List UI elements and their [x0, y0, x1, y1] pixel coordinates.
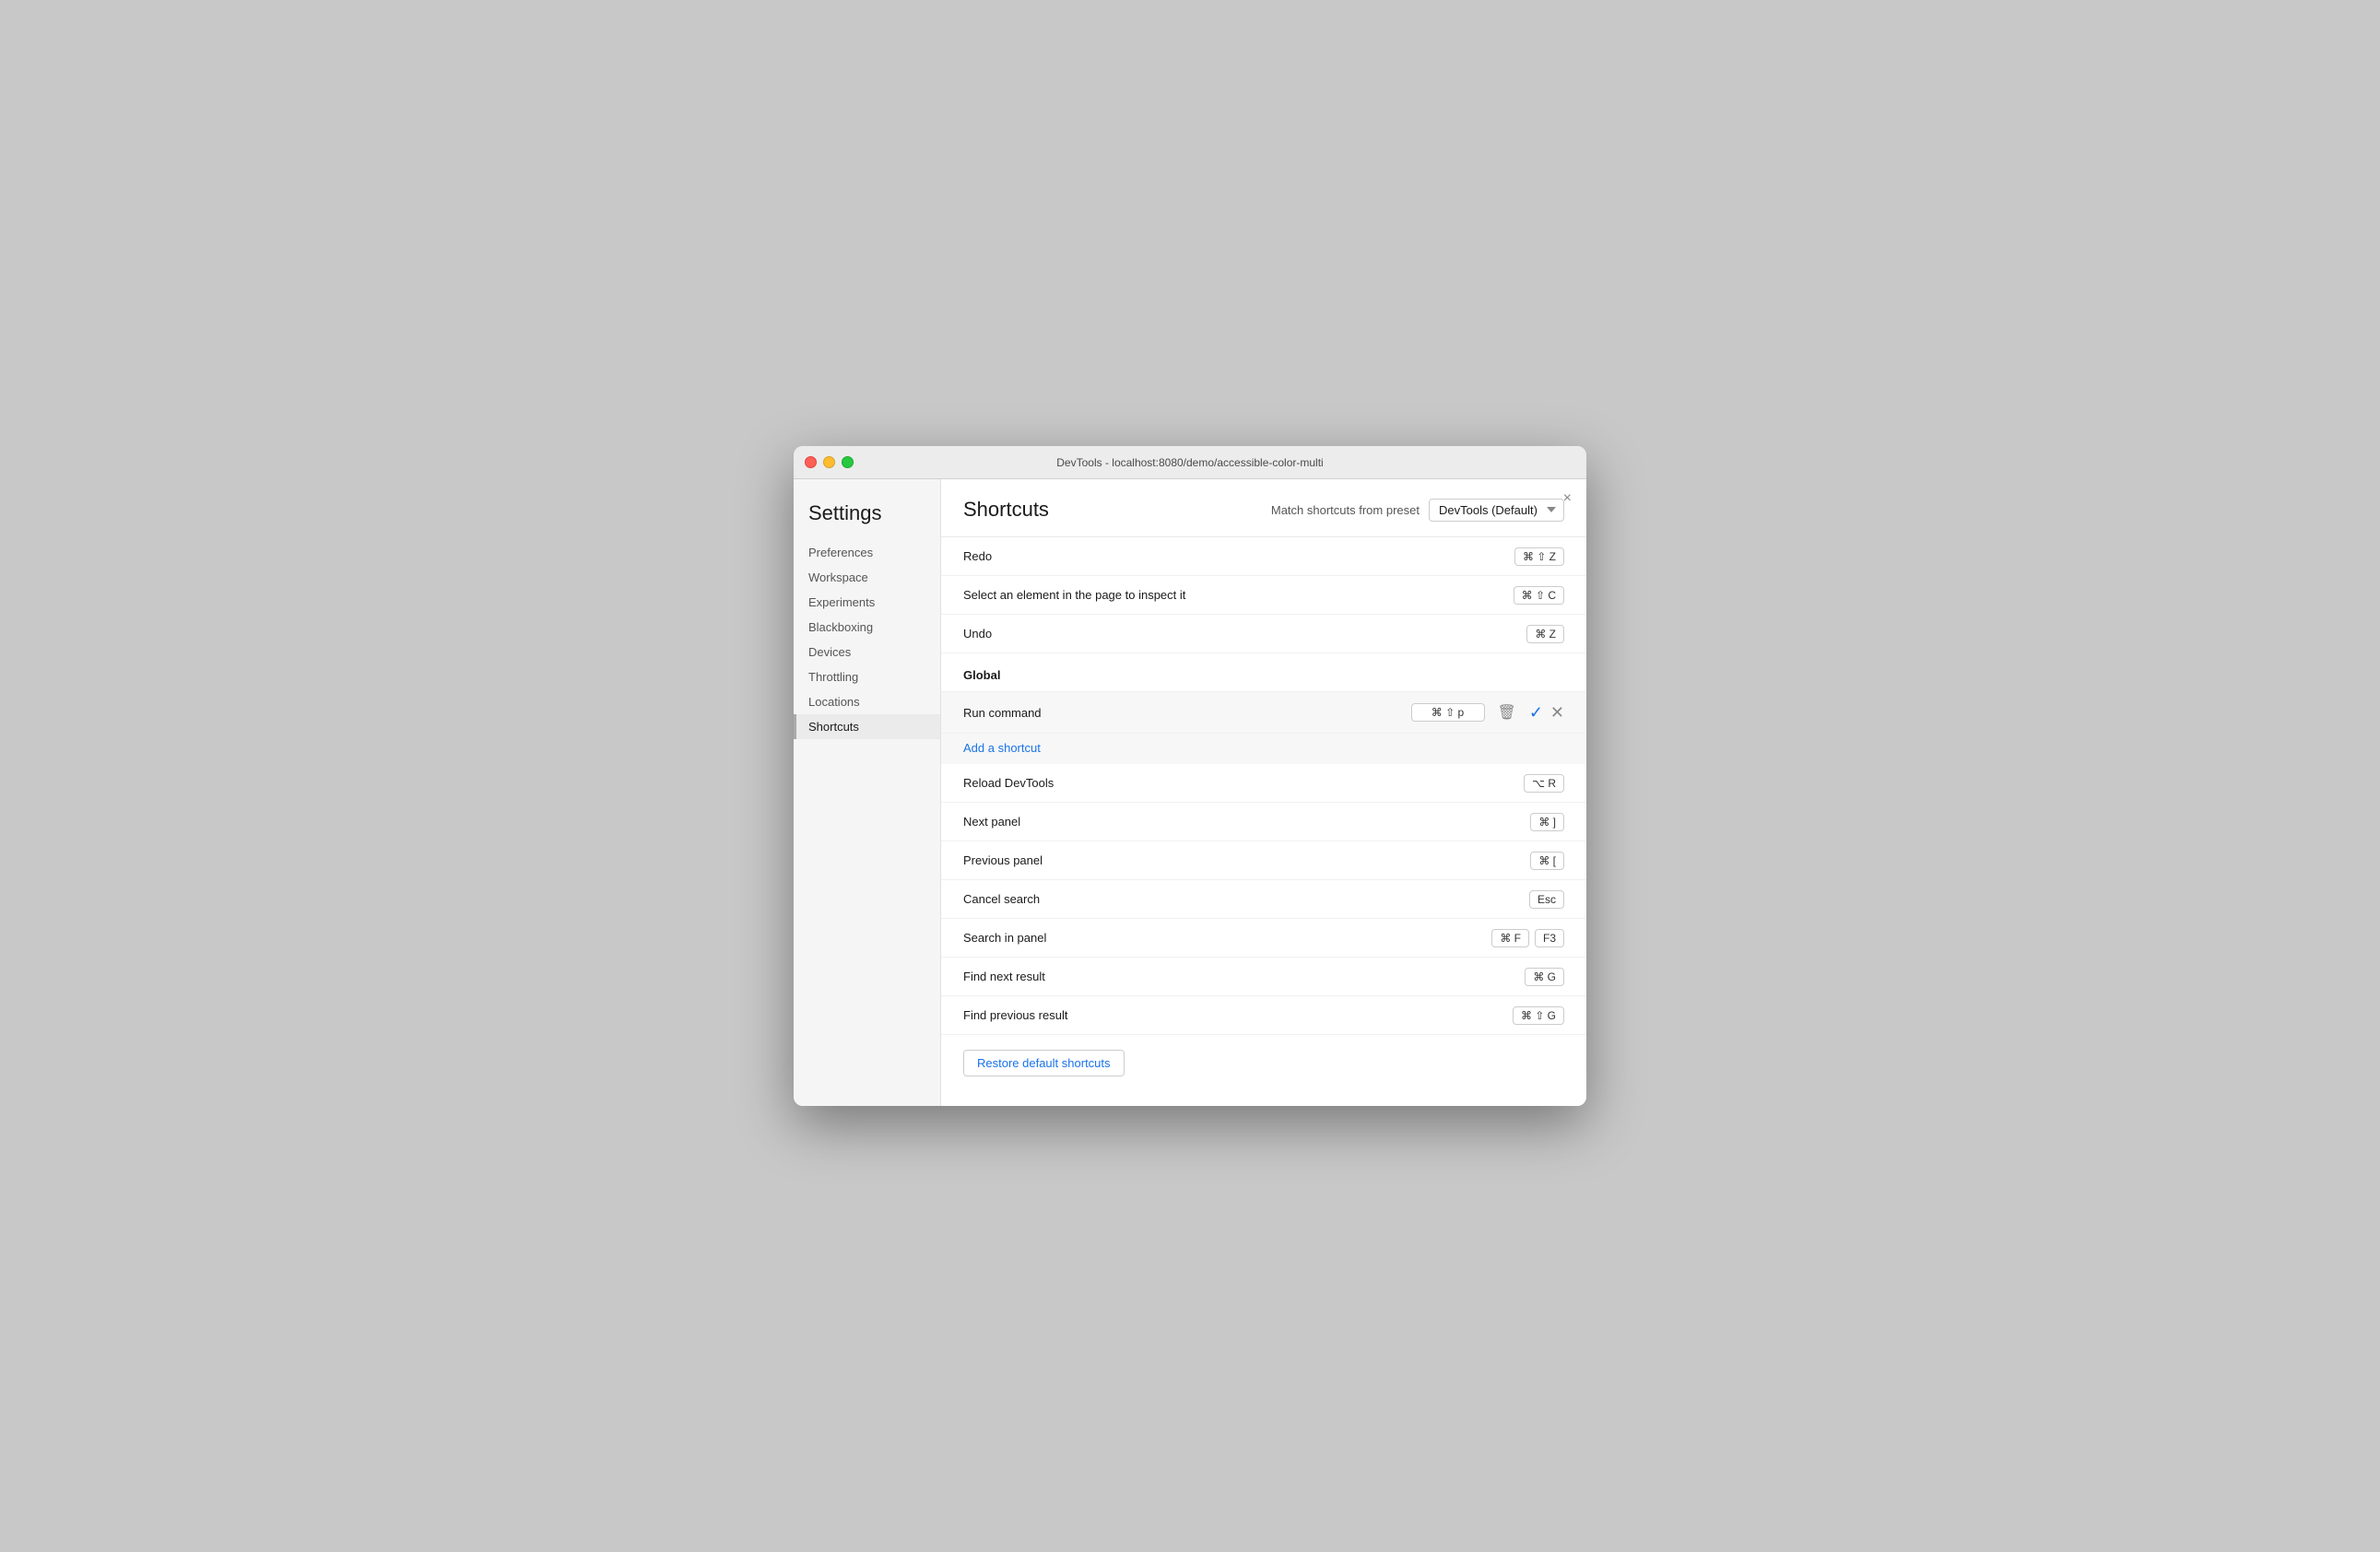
shortcut-name-reload-devtools: Reload DevTools [963, 776, 1524, 790]
shortcut-row-run-command: Run command ⌘ ⇧ p 🗑 ✓ ✕ [941, 692, 1586, 734]
preset-select[interactable]: DevTools (Default) Visual Studio Code [1429, 499, 1564, 522]
shortcut-keys-cancel-search: Esc [1529, 890, 1564, 909]
shortcut-row-find-prev: Find previous result ⌘ ⇧ G [941, 996, 1586, 1035]
preset-row: Match shortcuts from preset DevTools (De… [1271, 499, 1564, 522]
shortcut-name-find-prev: Find previous result [963, 1008, 1513, 1022]
key-badge-next-panel: ⌘ ] [1530, 813, 1564, 831]
key-badge-redo: ⌘ ⇧ Z [1514, 547, 1564, 566]
titlebar-title: DevTools - localhost:8080/demo/accessibl… [1056, 456, 1323, 469]
sidebar-item-workspace[interactable]: Workspace [794, 565, 940, 590]
shortcut-name-run-command: Run command [963, 706, 1411, 720]
shortcut-row-redo: Redo ⌘ ⇧ Z [941, 537, 1586, 576]
shortcut-keys-next-panel: ⌘ ] [1530, 813, 1564, 831]
edit-actions: ✓ ✕ [1529, 703, 1564, 723]
add-shortcut-row: Add a shortcut [941, 734, 1586, 764]
key-badge-find-prev: ⌘ ⇧ G [1513, 1006, 1564, 1025]
shortcut-name-next-panel: Next panel [963, 815, 1530, 829]
shortcut-keys-select-element: ⌘ ⇧ C [1514, 586, 1564, 605]
settings-content: Settings Preferences Workspace Experimen… [794, 479, 1586, 1106]
sidebar-item-preferences[interactable]: Preferences [794, 540, 940, 565]
sidebar-item-blackboxing[interactable]: Blackboxing [794, 615, 940, 640]
traffic-lights [805, 456, 854, 468]
sidebar-item-experiments[interactable]: Experiments [794, 590, 940, 615]
sidebar-item-locations[interactable]: Locations [794, 689, 940, 714]
main-panel: × Shortcuts Match shortcuts from preset … [941, 479, 1586, 1106]
devtools-window: DevTools - localhost:8080/demo/accessibl… [794, 446, 1586, 1106]
minimize-traffic-light[interactable] [823, 456, 835, 468]
key-badge-previous-panel: ⌘ [ [1530, 852, 1564, 870]
delete-shortcut-button[interactable]: 🗑 [1492, 701, 1522, 723]
page-title: Shortcuts [963, 498, 1049, 522]
shortcut-row-search-in-panel: Search in panel ⌘ F F3 [941, 919, 1586, 958]
sidebar-item-throttling[interactable]: Throttling [794, 664, 940, 689]
shortcut-name-search-in-panel: Search in panel [963, 931, 1491, 945]
section-title-global: Global [963, 668, 1000, 682]
shortcut-row-previous-panel: Previous panel ⌘ [ [941, 841, 1586, 880]
shortcut-keys-previous-panel: ⌘ [ [1530, 852, 1564, 870]
shortcut-name-previous-panel: Previous panel [963, 853, 1530, 867]
sidebar-title: Settings [794, 494, 940, 540]
confirm-edit-button[interactable]: ✓ [1529, 703, 1543, 723]
shortcut-name-undo: Undo [963, 627, 1526, 641]
shortcut-keys-search-in-panel: ⌘ F F3 [1491, 929, 1564, 947]
shortcut-row-undo: Undo ⌘ Z [941, 615, 1586, 653]
shortcut-keys-redo: ⌘ ⇧ Z [1514, 547, 1564, 566]
close-traffic-light[interactable] [805, 456, 817, 468]
section-header-global: Global [941, 653, 1586, 692]
shortcut-name-select-element: Select an element in the page to inspect… [963, 588, 1514, 602]
key-badge-search-in-panel-1: ⌘ F [1491, 929, 1529, 947]
editing-keys-run-command: ⌘ ⇧ p 🗑 ✓ ✕ [1411, 701, 1565, 723]
shortcut-name-find-next: Find next result [963, 970, 1525, 983]
sidebar-item-shortcuts[interactable]: Shortcuts [794, 714, 940, 739]
titlebar: DevTools - localhost:8080/demo/accessibl… [794, 446, 1586, 479]
maximize-traffic-light[interactable] [842, 456, 854, 468]
shortcut-keys-reload-devtools: ⌥ R [1524, 774, 1564, 793]
preset-label: Match shortcuts from preset [1271, 503, 1420, 517]
key-input-run-command[interactable]: ⌘ ⇧ p [1411, 703, 1485, 722]
main-header: Shortcuts Match shortcuts from preset De… [941, 479, 1586, 537]
shortcut-name-redo: Redo [963, 549, 1514, 563]
close-button[interactable]: × [1563, 490, 1572, 507]
key-badge-find-next: ⌘ G [1525, 968, 1564, 986]
key-badge-reload-devtools: ⌥ R [1524, 774, 1564, 793]
shortcut-keys-undo: ⌘ Z [1526, 625, 1564, 643]
key-badge-search-in-panel-2: F3 [1535, 929, 1564, 947]
cancel-edit-button[interactable]: ✕ [1550, 703, 1564, 723]
shortcut-table: Redo ⌘ ⇧ Z Select an element in the page… [941, 537, 1586, 1035]
shortcut-keys-find-prev: ⌘ ⇧ G [1513, 1006, 1564, 1025]
key-badge-undo: ⌘ Z [1526, 625, 1564, 643]
shortcut-row-cancel-search: Cancel search Esc [941, 880, 1586, 919]
sidebar-item-devices[interactable]: Devices [794, 640, 940, 664]
shortcut-row-reload-devtools: Reload DevTools ⌥ R [941, 764, 1586, 803]
shortcut-row-find-next: Find next result ⌘ G [941, 958, 1586, 996]
restore-defaults-button[interactable]: Restore default shortcuts [963, 1050, 1125, 1076]
shortcut-row-next-panel: Next panel ⌘ ] [941, 803, 1586, 841]
shortcut-name-cancel-search: Cancel search [963, 892, 1529, 906]
sidebar: Settings Preferences Workspace Experimen… [794, 479, 941, 1106]
key-badge-cancel-search: Esc [1529, 890, 1564, 909]
key-badge-select-element: ⌘ ⇧ C [1514, 586, 1564, 605]
shortcut-keys-find-next: ⌘ G [1525, 968, 1564, 986]
shortcut-row-select-element: Select an element in the page to inspect… [941, 576, 1586, 615]
add-shortcut-link[interactable]: Add a shortcut [963, 741, 1041, 755]
